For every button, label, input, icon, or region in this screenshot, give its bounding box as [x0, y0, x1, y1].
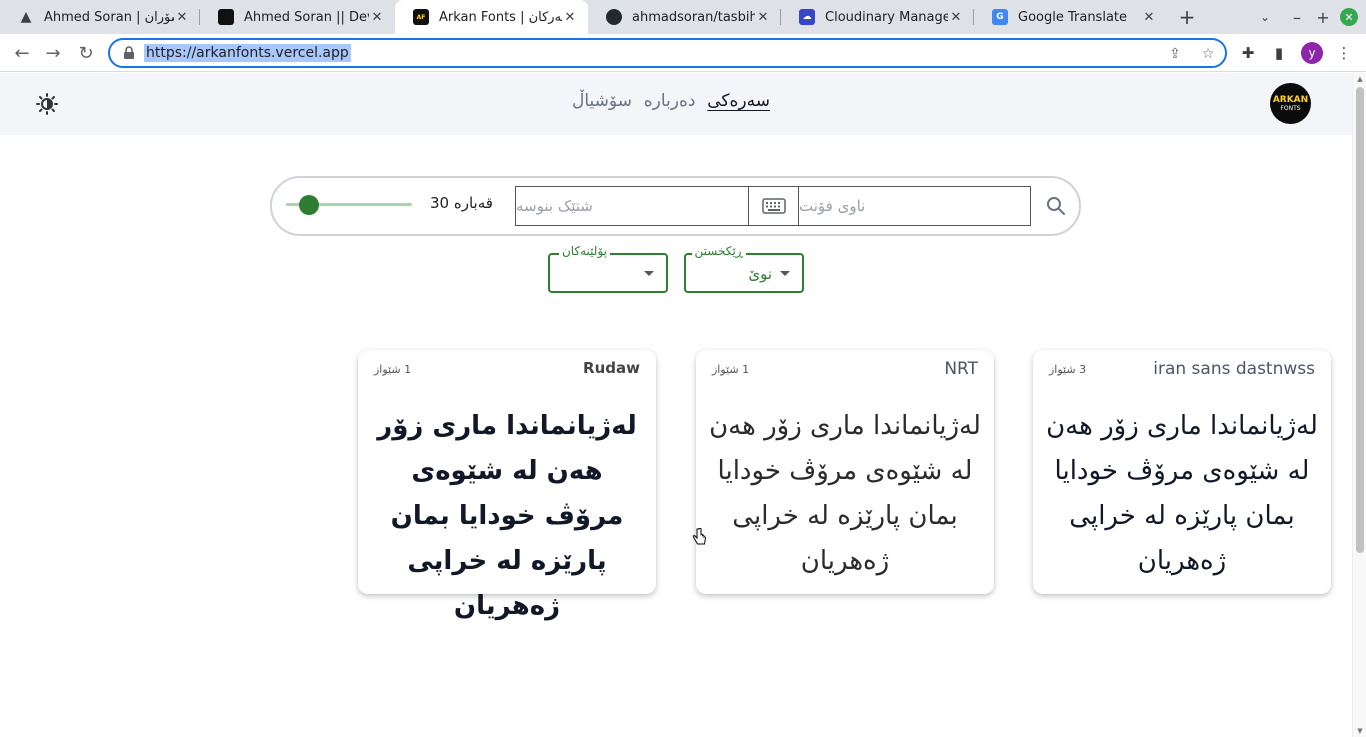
forward-icon[interactable]: → — [40, 40, 66, 66]
search-button[interactable] — [1030, 186, 1080, 226]
tab-google-translate[interactable]: G Google Translate ✕ — [974, 0, 1167, 34]
side-panel-icon[interactable]: ▮ — [1268, 42, 1290, 64]
category-select-label: پۆلێنەکان — [558, 244, 610, 258]
tab-search-icon[interactable]: ⌄ — [1252, 0, 1278, 34]
font-sample-text: لەژیانماندا ماری زۆر هەن لە شێوەی مرۆڤ خ… — [377, 411, 637, 621]
font-name-input[interactable]: ناوی فۆنت — [799, 186, 1031, 226]
sort-select[interactable]: ڕێکخستن نوێ — [684, 244, 804, 293]
cloudinary-icon: ☁ — [799, 9, 815, 25]
keyboard-button[interactable] — [748, 186, 799, 226]
tab-title: Ahmed Soran | سۆران — [44, 9, 174, 25]
tab-github[interactable]: ahmadsoran/tasbihat ✕ — [588, 0, 781, 34]
tab-favicon-icon: AF — [413, 9, 429, 25]
font-card-rudaw[interactable]: 1 شێواز Rudaw لەژیانماندا ماری زۆر هەن ل… — [358, 350, 656, 621]
menu-icon[interactable]: ⋮ — [1333, 42, 1355, 64]
style-count: 1 شێواز — [712, 363, 750, 376]
close-icon[interactable]: ✕ — [562, 10, 578, 25]
logo-text: ARKAN — [1272, 94, 1309, 105]
font-size-slider[interactable] — [286, 195, 412, 215]
nav-home[interactable]: سەرەکی — [707, 91, 770, 111]
font-name: NRT — [944, 359, 978, 379]
avatar[interactable]: y — [1301, 42, 1323, 64]
chevron-down-icon — [644, 271, 654, 276]
style-count: 3 شێواز — [1049, 363, 1087, 376]
font-name: iran sans dastnwss — [1153, 359, 1315, 379]
tab-favicon-icon — [218, 9, 234, 25]
tab-cloudinary[interactable]: ☁ Cloudinary Management ✕ — [781, 0, 974, 34]
theme-toggle-icon[interactable] — [36, 93, 58, 115]
close-icon[interactable]: ✕ — [755, 10, 771, 25]
size-value: 30 — [430, 194, 450, 212]
close-icon[interactable]: ✕ — [369, 10, 385, 25]
chevron-down-icon — [780, 271, 790, 276]
lock-icon — [124, 46, 134, 59]
window-close-icon[interactable]: ✕ — [1336, 0, 1362, 34]
search-icon — [1046, 197, 1065, 215]
close-icon[interactable]: ✕ — [948, 10, 964, 25]
font-size-label: قەبارە 30 — [426, 194, 493, 212]
minimize-icon[interactable]: – — [1284, 0, 1310, 34]
close-icon[interactable]: ✕ — [174, 10, 190, 25]
font-card-iran-sans[interactable]: 3 شێواز iran sans dastnwss لەژیانماندا م… — [1033, 350, 1331, 594]
address-bar[interactable]: https://arkanfonts.vercel.app ⇪ ☆ — [108, 38, 1227, 68]
category-select[interactable]: پۆلێنەکان — [548, 244, 668, 293]
sample-text-input[interactable]: شتێک بنوسە — [515, 186, 749, 226]
site-header: سۆشیاڵ دەربارە سەرەکی ARKAN FONTS — [0, 73, 1352, 135]
nav-social[interactable]: سۆشیاڵ — [572, 91, 632, 111]
keyboard-icon — [761, 198, 786, 214]
tab-arkan-fonts[interactable]: AF Arkan Fonts | فۆنتی ئەرکان ✕ — [395, 0, 588, 34]
font-sample-text: لەژیانماندا ماری زۆر هەن لە شێوەی مرۆڤ خ… — [709, 411, 981, 576]
extensions-icon[interactable]: ✚ — [1237, 42, 1259, 64]
tab-favicon-icon: ▲ — [20, 9, 32, 25]
reload-icon[interactable]: ↻ — [73, 40, 99, 66]
font-card-nrt[interactable]: 1 شێواز NRT لەژیانماندا ماری زۆر هەن لە … — [696, 350, 994, 594]
github-icon — [606, 9, 622, 25]
tab-title: Google Translate — [1018, 9, 1128, 25]
close-icon[interactable]: ✕ — [1141, 10, 1157, 25]
sort-select-value: نوێ — [748, 265, 772, 283]
share-icon[interactable]: ⇪ — [1166, 45, 1184, 63]
page: سۆشیاڵ دەربارە سەرەکی ARKAN FONTS قەبارە… — [0, 73, 1352, 737]
logo-subtext: FONTS — [1280, 104, 1301, 112]
font-sample-text: لەژیانماندا ماری زۆر هەن لە شێوەی مرۆڤ خ… — [1046, 411, 1318, 576]
tab-ahmed-soran-dev[interactable]: Ahmed Soran || Dev ✕ — [200, 0, 395, 34]
scroll-up-icon[interactable]: ▲ — [1356, 75, 1364, 83]
maximize-icon[interactable]: + — [1310, 0, 1336, 34]
tab-title: ahmadsoran/tasbihat — [632, 9, 755, 25]
new-tab-icon[interactable]: + — [1174, 0, 1200, 34]
tab-ahmed-soran[interactable]: ▲ Ahmed Soran | سۆران ✕ — [0, 0, 200, 34]
scroll-down-icon[interactable]: ▼ — [1356, 727, 1364, 735]
font-name: Rudaw — [583, 359, 640, 377]
sort-select-label: ڕێکخستن — [691, 244, 746, 258]
tab-title: Ahmed Soran || Dev — [244, 9, 369, 25]
url-text[interactable]: https://arkanfonts.vercel.app — [144, 44, 351, 62]
bookmark-star-icon[interactable]: ☆ — [1199, 45, 1217, 63]
tab-title: Arkan Fonts | فۆنتی ئەرکان — [439, 9, 562, 25]
scrollbar-thumb[interactable] — [1356, 87, 1364, 553]
page-scrollbar[interactable]: ▲ ▼ — [1352, 73, 1366, 737]
browser-toolbar: ← → ↻ https://arkanfonts.vercel.app ⇪ ☆ … — [0, 34, 1366, 72]
size-label-text: قەبارە — [453, 194, 493, 212]
tab-title: Cloudinary Management — [825, 9, 948, 25]
site-logo[interactable]: ARKAN FONTS — [1270, 83, 1311, 124]
back-icon[interactable]: ← — [9, 40, 35, 66]
browser-tab-bar: ▲ Ahmed Soran | سۆران ✕ Ahmed Soran || D… — [0, 0, 1366, 34]
nav-about[interactable]: دەربارە — [644, 91, 696, 111]
google-translate-icon: G — [992, 9, 1008, 25]
style-count: 1 شێواز — [374, 363, 412, 376]
hand-cursor-icon — [692, 528, 706, 545]
slider-thumb[interactable] — [299, 195, 320, 215]
search-bar: قەبارە 30 شتێک بنوسە ناوی فۆنت — [270, 176, 1081, 236]
